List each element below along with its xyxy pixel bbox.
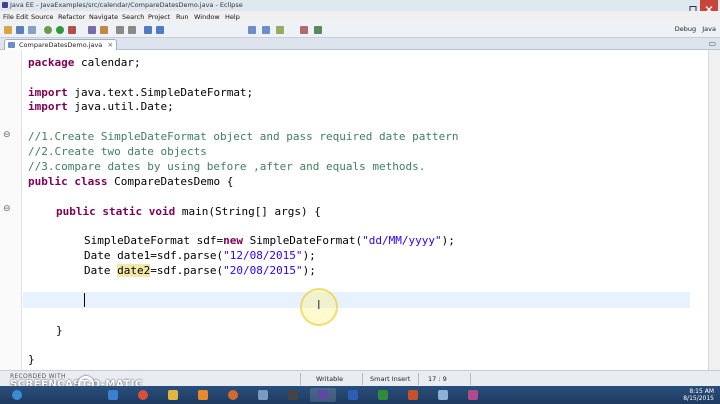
media-icon[interactable] (190, 388, 216, 402)
tool-icon[interactable] (250, 388, 276, 402)
code-line: } (56, 324, 63, 337)
tab-comparedatesdemo[interactable]: CompareDatesDemo.java × (4, 39, 118, 50)
menu-bar: File Edit Source Refactor Navigate Searc… (0, 11, 720, 22)
menu-search[interactable]: Search (122, 13, 144, 21)
close-icon[interactable] (700, 0, 718, 13)
run-icon[interactable] (56, 26, 64, 34)
eclipse-taskbar-icon[interactable] (310, 388, 336, 402)
status-writable: Writable (316, 375, 344, 383)
app-icon[interactable] (460, 388, 486, 402)
window-title-bar: Java EE - JavaExamples/src/calendar/Comp… (0, 0, 720, 13)
menu-source[interactable]: Source (31, 13, 53, 21)
show-whitespace-icon[interactable] (276, 26, 284, 34)
tab-label: CompareDatesDemo.java (19, 41, 103, 49)
system-tray-clock[interactable]: 8:15 AM 8/15/2015 (683, 388, 714, 402)
code-line: Date date2=sdf.parse("20/08/2015"); (84, 264, 316, 277)
prev-annotation-icon[interactable] (116, 26, 124, 34)
fold-marker-icon[interactable]: ⊖ (3, 204, 11, 214)
next-annotation-icon[interactable] (128, 26, 136, 34)
skip-breakpoints-icon[interactable] (300, 26, 308, 34)
code-editor[interactable]: ⊖ ⊖ package calendar; import java.text.S… (0, 50, 720, 370)
vertical-scrollbar[interactable] (708, 50, 720, 370)
current-line-highlight (23, 292, 690, 308)
toggle-block-icon[interactable] (262, 26, 270, 34)
terminal-icon[interactable] (280, 388, 306, 402)
status-insert-mode: Smart Insert (370, 375, 411, 383)
menu-help[interactable]: Help (225, 13, 240, 21)
fold-marker-icon[interactable]: ⊖ (3, 130, 11, 140)
menu-window[interactable]: Window (194, 13, 220, 21)
code-line: import java.text.SimpleDateFormat; (28, 86, 254, 99)
menu-navigate[interactable]: Navigate (89, 13, 118, 21)
open-type-icon[interactable] (88, 26, 96, 34)
minimize-icon[interactable] (674, 0, 684, 13)
code-line: SimpleDateFormat sdf=new SimpleDateForma… (84, 234, 455, 247)
code-line: public class CompareDatesDemo { (28, 175, 234, 188)
variable-occurrence-highlight: date2 (117, 264, 151, 277)
maximize-editor-icon[interactable]: ▭ (708, 39, 716, 48)
code-comment: //2.Create two date objects (28, 145, 207, 158)
menu-file[interactable]: File (3, 13, 14, 21)
maximize-icon[interactable] (688, 0, 698, 13)
search-icon[interactable] (100, 26, 108, 34)
menu-run[interactable]: Run (176, 13, 188, 21)
menu-project[interactable]: Project (148, 13, 170, 21)
debug-icon[interactable] (44, 26, 52, 34)
eclipse-icon (2, 2, 8, 8)
menu-refactor[interactable]: Refactor (58, 13, 85, 21)
code-comment: //1.Create SimpleDateFormat object and p… (28, 130, 459, 143)
text-caret (84, 293, 85, 307)
main-toolbar: Debug Java (0, 22, 720, 38)
notepad-icon[interactable] (430, 388, 456, 402)
toggle-mark-icon[interactable] (248, 26, 256, 34)
clock-time: 8:15 AM (689, 388, 714, 395)
ie-icon[interactable] (100, 388, 126, 402)
start-button-icon[interactable] (4, 388, 30, 402)
save-icon[interactable] (16, 26, 24, 34)
firefox-icon[interactable] (220, 388, 246, 402)
code-line: public static void main(String[] args) { (56, 205, 321, 218)
ibeam-cursor-icon: I (317, 298, 321, 312)
code-line: } (28, 353, 35, 366)
java-file-icon (8, 42, 15, 48)
editor-tab-row: CompareDatesDemo.java × ▭ (0, 38, 720, 50)
excel-icon[interactable] (370, 388, 396, 402)
status-cursor-position: 17 : 9 (428, 375, 447, 383)
os-taskbar: 8:15 AM 8/15/2015 (0, 386, 720, 404)
chrome-icon[interactable] (130, 388, 156, 402)
step-icon[interactable] (314, 26, 322, 34)
print-icon[interactable] (28, 26, 36, 34)
external-tools-icon[interactable] (68, 26, 76, 34)
editor-gutter: ⊖ ⊖ (0, 50, 22, 370)
powerpoint-icon[interactable] (400, 388, 426, 402)
forward-icon[interactable] (156, 26, 164, 34)
code-line: package calendar; (28, 56, 141, 69)
mouse-cursor-highlight: I (300, 288, 338, 326)
clock-date: 8/15/2015 (683, 395, 714, 402)
code-comment: //3.compare dates by using before ,after… (28, 160, 426, 173)
back-icon[interactable] (144, 26, 152, 34)
window-title: Java EE - JavaExamples/src/calendar/Comp… (10, 1, 243, 9)
explorer-icon[interactable] (160, 388, 186, 402)
code-line: Date date1=sdf.parse("12/08/2015"); (84, 249, 316, 262)
code-line: import java.util.Date; (28, 100, 174, 113)
perspective-debug[interactable]: Debug (675, 25, 696, 33)
close-tab-icon[interactable]: × (107, 40, 113, 50)
perspective-switcher: Debug Java (671, 25, 716, 33)
word-icon[interactable] (340, 388, 366, 402)
new-icon[interactable] (4, 26, 12, 34)
menu-edit[interactable]: Edit (16, 13, 29, 21)
perspective-java[interactable]: Java (702, 25, 716, 33)
